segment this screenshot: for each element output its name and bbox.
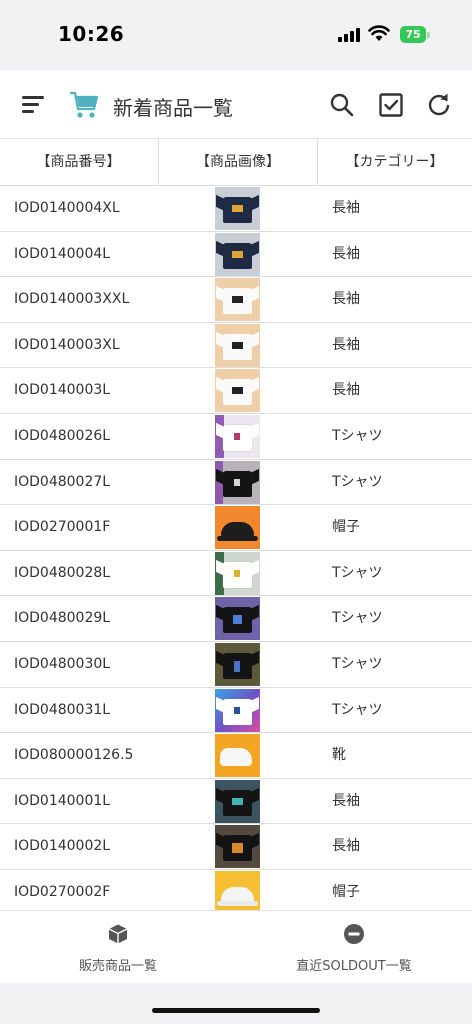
product-thumbnail	[215, 460, 260, 504]
column-header-image: 【商品画像】	[158, 139, 318, 185]
product-category: 靴	[332, 747, 346, 764]
product-thumbnail	[215, 597, 260, 641]
product-thumbnail	[215, 779, 260, 823]
product-code: IOD0480027L	[14, 473, 111, 490]
product-code: IOD0480026L	[14, 427, 111, 444]
product-code: IOD0480029L	[14, 610, 111, 627]
product-category: 長袖	[332, 245, 360, 262]
tab-label: 直近SOLDOUT一覧	[296, 959, 412, 974]
product-code: IOD080000126.5	[14, 747, 134, 764]
table-row[interactable]: IOD0140003L 長袖	[0, 368, 472, 414]
table-row[interactable]: IOD080000126.5 靴	[0, 733, 472, 779]
wifi-icon	[368, 25, 390, 41]
product-list: IOD0140004XL 長袖 IOD0140004L 長袖 IOD014000…	[0, 186, 472, 910]
menu-icon[interactable]	[22, 96, 44, 114]
checkbox-icon[interactable]	[378, 92, 404, 118]
table-row[interactable]: IOD0140004L 長袖	[0, 232, 472, 278]
table-row[interactable]: IOD0480026L Tシャツ	[0, 414, 472, 460]
product-code: IOD0140002L	[14, 838, 111, 855]
product-category: Tシャツ	[332, 564, 383, 581]
refresh-icon[interactable]	[426, 92, 452, 118]
table-row[interactable]: IOD0140002L 長袖	[0, 824, 472, 870]
home-indicator[interactable]	[152, 1008, 320, 1013]
table-row[interactable]: IOD0140001L 長袖	[0, 779, 472, 825]
product-category: 長袖	[332, 792, 360, 809]
product-thumbnail	[215, 551, 260, 595]
battery-tip	[427, 32, 430, 38]
status-time: 10:26	[58, 22, 125, 46]
product-category: Tシャツ	[332, 701, 383, 718]
product-thumbnail	[215, 232, 260, 276]
table-row[interactable]: IOD0140003XXL 長袖	[0, 277, 472, 323]
product-thumbnail	[215, 825, 260, 869]
box-icon	[108, 924, 128, 944]
cart-icon	[70, 91, 99, 118]
tab-sales-list[interactable]: 販売商品一覧	[0, 911, 236, 984]
product-thumbnail	[215, 187, 260, 230]
product-code: IOD0140004XL	[14, 200, 120, 216]
table-row[interactable]: IOD0480030L Tシャツ	[0, 642, 472, 688]
product-category: 長袖	[332, 291, 360, 308]
product-code: IOD0270002F	[14, 883, 111, 900]
product-category: 長袖	[332, 838, 360, 855]
product-code: IOD0140001L	[14, 792, 111, 809]
bottom-tab-bar: 販売商品一覧 直近SOLDOUT一覧	[0, 910, 472, 984]
product-thumbnail	[215, 323, 260, 367]
product-thumbnail	[215, 642, 260, 686]
product-thumbnail	[215, 278, 260, 322]
product-code: IOD0140003XL	[14, 336, 120, 353]
product-code: IOD0140004L	[14, 245, 111, 262]
status-bar: 10:26 75	[0, 0, 472, 70]
tab-label: 販売商品一覧	[78, 959, 157, 974]
product-code: IOD0140003L	[14, 382, 111, 399]
product-category: Tシャツ	[332, 655, 383, 672]
table-header: 【商品番号】 【商品画像】 【カテゴリー】	[0, 139, 472, 186]
battery-indicator: 75	[400, 26, 426, 43]
product-code: IOD0140003XXL	[14, 291, 130, 308]
product-code: IOD0480030L	[14, 655, 111, 672]
product-category: Tシャツ	[332, 427, 383, 444]
product-category: 帽子	[332, 883, 360, 900]
page-title: 新着商品一覧	[113, 96, 233, 120]
table-row[interactable]: IOD0480028L Tシャツ	[0, 551, 472, 597]
product-category: Tシャツ	[332, 473, 383, 490]
tab-soldout-list[interactable]: 直近SOLDOUT一覧	[236, 911, 472, 984]
product-category: 長袖	[332, 336, 360, 353]
signal-icon	[338, 28, 360, 42]
product-category: 長袖	[332, 200, 360, 216]
table-row[interactable]: IOD0270001F 帽子	[0, 505, 472, 551]
table-row[interactable]: IOD0480031L Tシャツ	[0, 688, 472, 734]
product-thumbnail	[215, 369, 260, 413]
home-area	[0, 983, 472, 1024]
app-header: 新着商品一覧	[0, 70, 472, 139]
product-code: IOD0480028L	[14, 564, 111, 581]
search-icon[interactable]	[329, 92, 355, 118]
product-thumbnail	[215, 414, 260, 458]
table-row[interactable]: IOD0270002F 帽子	[0, 870, 472, 910]
product-thumbnail	[215, 734, 260, 778]
column-header-category: 【カテゴリー】	[345, 154, 444, 170]
table-row[interactable]: IOD0480027L Tシャツ	[0, 460, 472, 506]
product-code: IOD0270001F	[14, 519, 111, 536]
table-row[interactable]: IOD0140003XL 長袖	[0, 323, 472, 369]
product-thumbnail	[215, 870, 260, 910]
table-row[interactable]: IOD0480029L Tシャツ	[0, 596, 472, 642]
table-row[interactable]: IOD0140004XL 長袖	[0, 186, 472, 232]
column-header-code: 【商品番号】	[36, 154, 121, 170]
product-thumbnail	[215, 688, 260, 732]
product-category: 長袖	[332, 382, 360, 399]
product-thumbnail	[215, 506, 260, 550]
product-category: 帽子	[332, 519, 360, 536]
product-code: IOD0480031L	[14, 701, 111, 718]
product-category: Tシャツ	[332, 610, 383, 627]
minus-circle-icon	[344, 924, 364, 944]
